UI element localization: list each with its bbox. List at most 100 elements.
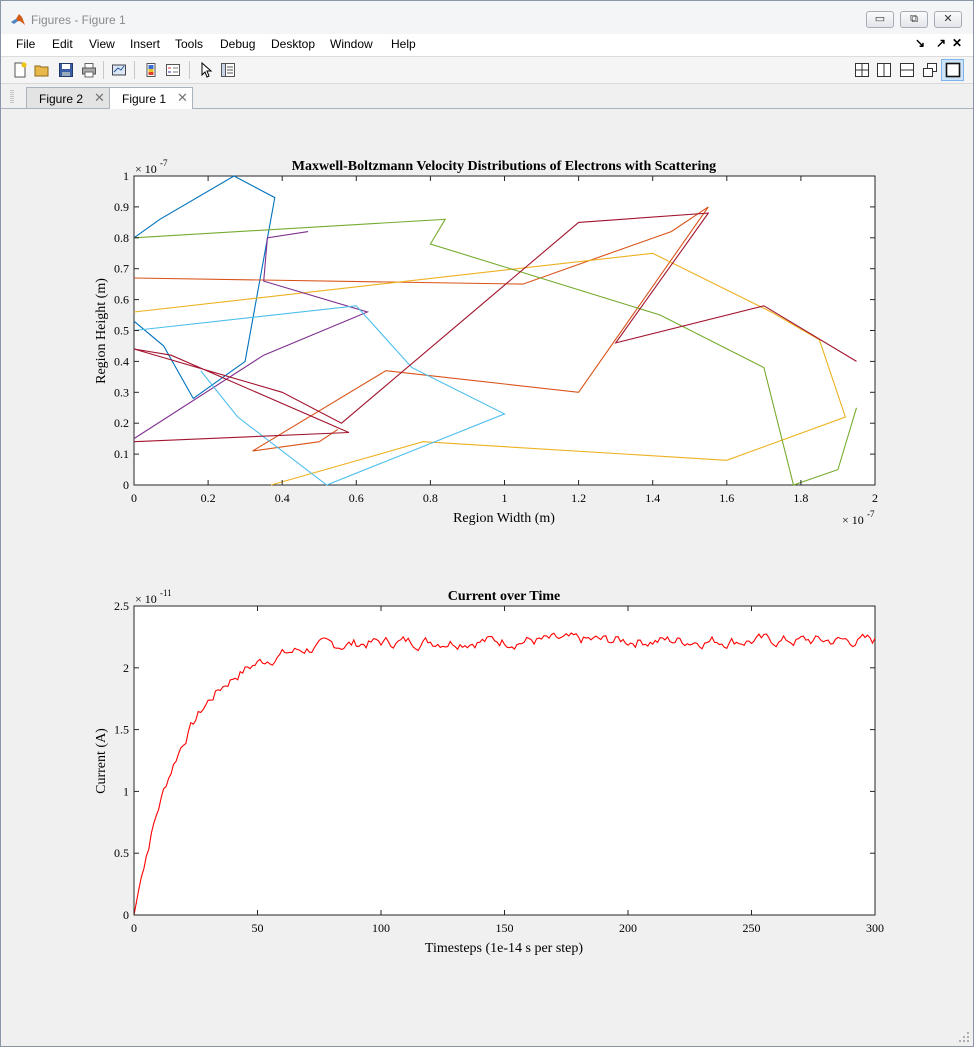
toolbar-separator [189,61,190,79]
x-tick-label: 50 [252,921,264,935]
menu-help[interactable]: Help [391,37,416,51]
current-y-exponent: -11 [160,588,172,598]
y-tick-label: 1 [123,784,129,798]
menu-insert[interactable]: Insert [130,37,160,51]
trajectory-y-exponent-base: × 10 [135,162,157,176]
undock-arrow-icon[interactable]: ↗ [936,36,946,50]
menu-edit[interactable]: Edit [52,37,73,51]
x-tick-label: 1 [502,491,508,505]
menu-window[interactable]: Window [330,37,373,51]
menu-desktop[interactable]: Desktop [271,37,315,51]
figure-plots: 0 0.2 0.4 0.6 0.8 1 1.2 1.4 1.6 1.8 2 0 0.1 0.2 0.3 0.4… [94,158,884,956]
y-tick-label: 2 [123,661,129,675]
dock-arrow-icon[interactable]: ↘ [915,36,925,50]
x-tick-label: 0 [131,491,137,505]
y-tick-label: 0 [123,908,129,922]
y-tick-label: 0.3 [114,385,129,399]
close-tab-icon[interactable]: ✕ [94,90,105,106]
x-tick-label: 1.4 [645,491,660,505]
minimize-button[interactable]: ▭ [866,11,894,28]
x-tick-label: 2 [872,491,878,505]
toolbar-separator [134,61,135,79]
y-tick-label: 0.7 [114,262,129,276]
drag-grip-icon[interactable] [10,90,14,104]
trajectory-y-exponent: -7 [160,158,168,168]
toolbar [1,57,973,84]
select-pointer-icon[interactable] [198,62,214,78]
y-tick-label: 0.5 [114,324,129,338]
maximize-toggle-highlight[interactable] [941,59,964,81]
current-axes[interactable]: 0 50 100 150 200 250 300 0 0.5 1 1.5 2 2.5 Current o… [94,588,884,956]
window-title: Figures - Figure 1 [31,13,126,27]
new-figure-icon[interactable] [12,62,28,78]
save-icon[interactable] [58,62,74,78]
x-tick-label: 0.6 [349,491,364,505]
current-ylabel: Current (A) [94,728,109,794]
y-tick-label: 0.4 [114,354,129,368]
property-inspector-icon[interactable] [220,62,236,78]
x-tick-label: 0.8 [423,491,438,505]
resize-grip-icon[interactable] [958,1031,970,1043]
insert-legend-icon[interactable] [165,62,181,78]
minimize-icon: ▭ [874,13,886,25]
figure-canvas: 0 0.2 0.4 0.6 0.8 1 1.2 1.4 1.6 1.8 2 0 0.1 0.2 0.3 0.4… [9,109,965,1037]
x-tick-label: 100 [372,921,390,935]
tab-label: Figure 1 [122,92,167,106]
y-tick-label: 0.6 [114,293,129,307]
y-tick-label: 0.5 [114,846,129,860]
insert-colorbar-icon[interactable] [143,62,159,78]
trajectory-plot-box [133,175,876,486]
trajectory-ylabel: Region Height (m) [94,278,109,384]
y-tick-label: 0.2 [114,416,129,430]
tile-grid-icon[interactable] [854,62,870,78]
toolbar-separator [103,61,104,79]
trajectory-axes[interactable]: 0 0.2 0.4 0.6 0.8 1 1.2 1.4 1.6 1.8 2 0 0.1 0.2 0.3 0.4… [94,158,878,527]
menu-view[interactable]: View [89,37,115,51]
y-tick-label: 1.5 [114,723,129,737]
maximize-icon [945,62,961,78]
restore-button[interactable]: ⧉ [900,11,928,28]
x-tick-label: 300 [866,921,884,935]
menu-tools[interactable]: Tools [175,37,203,51]
title-bar: Figures - Figure 1 ▭ ⧉ ✕ [1,1,973,34]
x-tick-label: 0.4 [275,491,290,505]
y-tick-label: 0.1 [114,447,129,461]
menu-file[interactable]: File [16,37,35,51]
trajectory-xlabel: Region Width (m) [453,511,555,526]
close-tab-icon[interactable]: ✕ [177,90,188,106]
current-title: Current over Time [448,589,561,604]
y-tick-label: 0.9 [114,200,129,214]
print-icon[interactable] [81,62,97,78]
trajectory-title: Maxwell-Boltzmann Velocity Distributions… [292,159,716,174]
tab-figure-1[interactable]: Figure 1 ✕ [109,87,193,109]
tab-label: Figure 2 [39,92,84,106]
x-tick-label: 1.8 [793,491,808,505]
trajectory-x-exponent: -7 [867,509,875,519]
y-tick-label: 2.5 [114,599,129,613]
x-tick-label: 200 [619,921,637,935]
current-y-exponent-base: × 10 [135,592,157,606]
menu-bar: File Edit View Insert Tools Debug Deskto… [1,34,973,57]
open-file-icon[interactable] [34,62,50,78]
tab-figure-2[interactable]: Figure 2 ✕ [26,87,110,108]
menu-close-icon[interactable]: ✕ [952,36,962,50]
link-plot-icon[interactable] [111,62,127,78]
float-icon[interactable] [922,62,938,78]
close-icon: ✕ [943,13,953,25]
left-right-split-icon[interactable] [876,62,892,78]
close-button[interactable]: ✕ [934,11,962,28]
top-bottom-split-icon[interactable] [899,62,915,78]
x-tick-label: 1.6 [719,491,734,505]
y-tick-label: 0 [123,478,129,492]
x-tick-label: 0 [131,921,137,935]
current-plot-box [133,605,876,916]
restore-icon: ⧉ [910,13,918,25]
x-tick-label: 250 [743,921,761,935]
y-tick-label: 1 [123,169,129,183]
matlab-logo-icon [11,14,25,25]
y-tick-label: 0.8 [114,231,129,245]
menu-debug[interactable]: Debug [220,37,255,51]
figure-tabs: Figure 2 ✕ Figure 1 ✕ [1,84,973,109]
trajectory-x-exponent-base: × 10 [842,513,864,527]
matlab-figures-window: Figures - Figure 1 ▭ ⧉ ✕ File Edit View … [0,0,974,1047]
